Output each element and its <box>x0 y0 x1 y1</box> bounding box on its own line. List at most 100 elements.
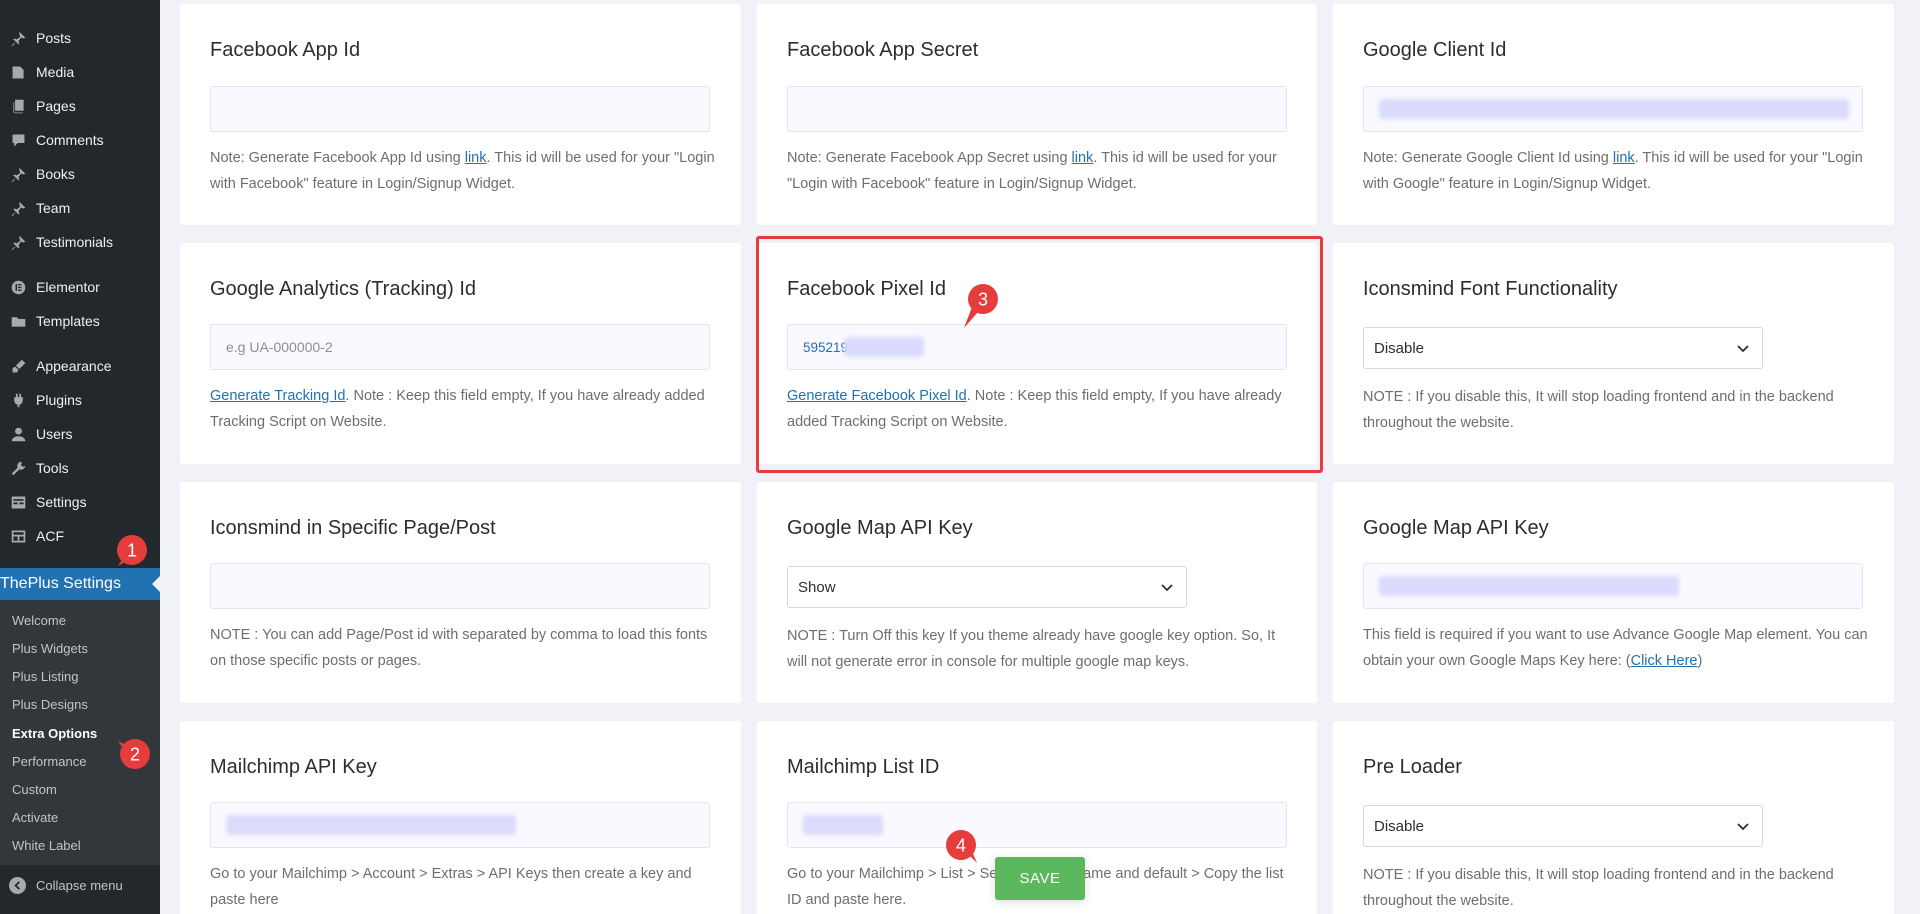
generate-tracking-id-link[interactable]: Generate Tracking Id <box>210 388 345 404</box>
card-title: Iconsmind Font Functionality <box>1363 278 1618 300</box>
pin-icon <box>8 198 28 218</box>
sidebar-item-templates[interactable]: Templates <box>0 306 160 336</box>
card-title: Pre Loader <box>1363 756 1462 778</box>
chevron-down-icon <box>1737 823 1749 831</box>
sidebar-item-label: Team <box>36 200 71 216</box>
sidebar-item-label: Books <box>36 166 75 182</box>
submenu-item-welcome[interactable]: Welcome <box>12 613 66 628</box>
mailchimp-list-id-input[interactable] <box>787 802 1287 848</box>
sidebar-item-label: Posts <box>36 30 72 46</box>
sidebar-item-team[interactable]: Team <box>0 193 160 223</box>
collapse-menu-button[interactable]: Collapse menu <box>0 870 160 900</box>
card-note: NOTE : Turn Off this key If you theme al… <box>787 628 1276 670</box>
sidebar-item-label: ThePlus Settings <box>0 575 121 592</box>
comments-icon <box>8 130 28 150</box>
card-mailchimp-api-key: Mailchimp API Key Go to your Mailchimp >… <box>180 721 741 914</box>
card-google-analytics: Google Analytics (Tracking) Id e.g UA-00… <box>180 243 741 464</box>
sidebar-item-label: Plugins <box>36 392 82 408</box>
card-facebook-app-id: Facebook App Id Note: Generate Facebook … <box>180 4 741 225</box>
facebook-app-secret-link[interactable]: link <box>1072 150 1094 166</box>
card-google-map-toggle: Google Map API Key Show NOTE : Turn Off … <box>757 482 1317 703</box>
facebook-app-id-input[interactable] <box>210 86 710 132</box>
sidebar-item-media[interactable]: Media <box>0 57 160 87</box>
step-badge-3: 3 <box>962 281 998 328</box>
submenu-item-activate[interactable]: Activate <box>12 810 58 825</box>
step-badge-1: 1 <box>112 532 148 568</box>
redacted-value <box>226 815 516 835</box>
sidebar-item-users[interactable]: Users <box>0 419 160 449</box>
click-here-link[interactable]: Click Here <box>1631 653 1698 669</box>
sidebar-item-comments[interactable]: Comments <box>0 125 160 155</box>
card-title: Facebook App Secret <box>787 39 979 61</box>
sidebar-item-plugins[interactable]: Plugins <box>0 385 160 415</box>
card-title: Facebook App Id <box>210 39 361 61</box>
card-iconsmind-font: Iconsmind Font Functionality Disable NOT… <box>1333 243 1894 464</box>
card-note: Go to your Mailchimp > Account > Extras … <box>210 866 692 908</box>
card-note: NOTE : If you disable this, It will stop… <box>1363 389 1834 431</box>
sidebar-item-posts[interactable]: Posts <box>0 23 160 53</box>
active-menu-pointer <box>152 576 160 592</box>
sidebar-item-elementor[interactable]: Elementor <box>0 272 160 302</box>
sidebar-item-appearance[interactable]: Appearance <box>0 351 160 381</box>
save-button[interactable]: SAVE <box>995 857 1085 900</box>
card-title: Google Map API Key <box>787 517 973 539</box>
facebook-app-secret-input[interactable] <box>787 86 1287 132</box>
sidebar-item-label: Tools <box>36 460 69 476</box>
card-title: Mailchimp List ID <box>787 756 940 778</box>
submenu-item-plus-designs[interactable]: Plus Designs <box>12 697 88 712</box>
card-note: NOTE : If you disable this, It will stop… <box>1363 867 1834 909</box>
iconsmind-specific-input[interactable] <box>210 563 710 609</box>
card-note: Note: Generate Facebook App Secret using… <box>787 150 1277 192</box>
submenu-item-plus-widgets[interactable]: Plus Widgets <box>12 641 88 656</box>
redacted-value <box>803 815 883 835</box>
collapse-menu-label: Collapse menu <box>36 877 123 893</box>
sidebar-item-tools[interactable]: Tools <box>0 453 160 483</box>
acf-icon <box>8 526 28 546</box>
pin-icon <box>8 232 28 252</box>
facebook-app-id-link[interactable]: link <box>465 150 487 166</box>
iconsmind-font-select[interactable]: Disable <box>1363 327 1763 369</box>
admin-sidebar: Posts Media Pages Comments Books Team Te… <box>0 0 160 914</box>
card-facebook-app-secret: Facebook App Secret Note: Generate Faceb… <box>757 4 1317 225</box>
sidebar-item-label: Media <box>36 64 75 80</box>
google-map-toggle-select[interactable]: Show <box>787 566 1187 608</box>
submenu-item-white-label[interactable]: White Label <box>12 838 81 853</box>
svg-text:1: 1 <box>127 541 137 561</box>
redacted-value <box>1379 99 1849 119</box>
card-note: Generate Tracking Id. Note : Keep this f… <box>210 388 705 430</box>
card-note: Note: Generate Facebook App Id using lin… <box>210 150 715 192</box>
submenu-item-extra-options[interactable]: Extra Options <box>12 726 97 741</box>
card-title: Google Analytics (Tracking) Id <box>210 278 477 300</box>
sidebar-item-settings[interactable]: Settings <box>0 487 160 517</box>
pre-loader-select[interactable]: Disable <box>1363 805 1763 847</box>
card-title: Mailchimp API Key <box>210 756 377 778</box>
sidebar-item-label: Settings <box>36 494 87 510</box>
sidebar-item-pages[interactable]: Pages <box>0 91 160 121</box>
sidebar-item-books[interactable]: Books <box>0 159 160 189</box>
select-value: Disable <box>1374 339 1425 357</box>
sidebar-item-label: Elementor <box>36 279 100 295</box>
sidebar-item-testimonials[interactable]: Testimonials <box>0 227 160 257</box>
chevron-down-icon <box>1737 345 1749 353</box>
google-map-api-key-input[interactable] <box>1363 563 1863 609</box>
google-client-id-input[interactable] <box>1363 86 1863 132</box>
card-title: Google Map API Key <box>1363 517 1549 539</box>
card-note: NOTE : You can add Page/Post id with sep… <box>210 627 708 669</box>
user-icon <box>8 424 28 444</box>
mailchimp-api-key-input[interactable] <box>210 802 710 848</box>
folder-icon <box>8 311 28 331</box>
submenu-item-custom[interactable]: Custom <box>12 782 57 797</box>
sidebar-item-label: Testimonials <box>36 234 114 250</box>
collapse-arrow-icon <box>9 876 26 894</box>
svg-text:3: 3 <box>978 290 988 310</box>
card-iconsmind-specific: Iconsmind in Specific Page/Post NOTE : Y… <box>180 482 741 703</box>
step-badge-2: 2 <box>116 736 152 772</box>
submenu-item-performance[interactable]: Performance <box>12 754 86 769</box>
sidebar-item-theplus-settings[interactable]: ThePlus Settings <box>0 568 160 606</box>
submenu-item-plus-listing[interactable]: Plus Listing <box>12 669 78 684</box>
input-placeholder: e.g UA-000000-2 <box>226 339 333 355</box>
google-analytics-input[interactable]: e.g UA-000000-2 <box>210 324 710 370</box>
card-google-client-id: Google Client Id Note: Generate Google C… <box>1333 4 1894 225</box>
brush-icon <box>8 356 28 376</box>
google-client-id-link[interactable]: link <box>1613 150 1635 166</box>
